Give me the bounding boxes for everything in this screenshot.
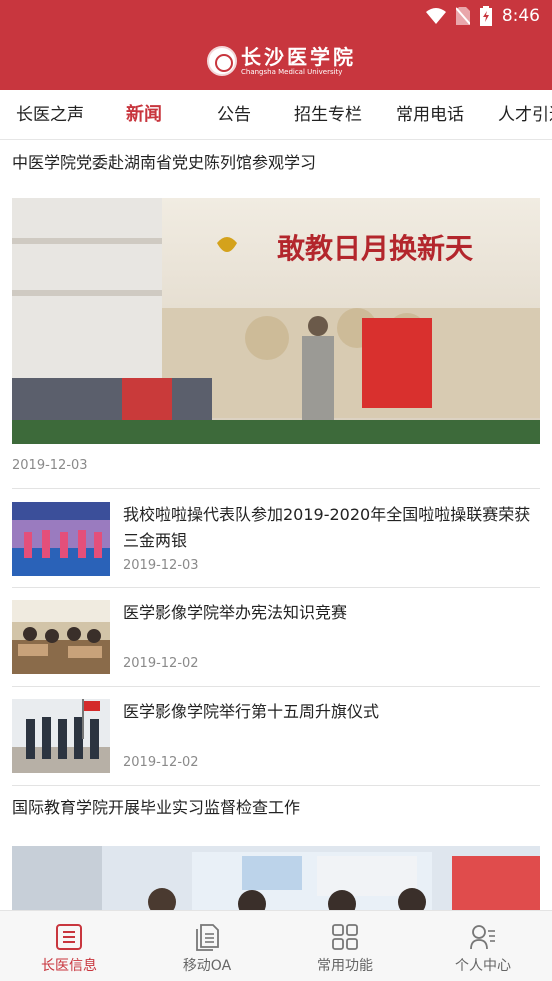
nav-common-functions[interactable]: 常用功能 — [276, 911, 414, 981]
news-title: 医学影像学院举办宪法知识竞赛 — [123, 603, 348, 622]
divider — [12, 587, 540, 588]
divider — [12, 488, 540, 489]
nav-mobile-oa[interactable]: 移动OA — [138, 911, 276, 981]
tab-talent-recruitment[interactable]: 人才引进 — [498, 90, 552, 139]
news-title: 医学影像学院举行第十五周升旗仪式 — [123, 702, 380, 721]
tab-news[interactable]: 新闻 — [126, 90, 162, 139]
divider — [12, 686, 540, 687]
app-header: 8:46 长沙医学院 Changsha Medical University — [0, 0, 552, 90]
wifi-icon — [425, 8, 446, 24]
tab-changyi-voice[interactable]: 长医之声 — [16, 90, 84, 139]
tab-admissions[interactable]: 招生专栏 — [294, 90, 362, 139]
person-icon — [470, 925, 495, 950]
news-thumbnail — [12, 502, 110, 576]
nav-label: 移动OA — [182, 958, 232, 974]
featured-title: 中医学院党委赴湖南省党史陈列馆参观学习 — [12, 153, 317, 172]
tab-phone-numbers[interactable]: 常用电话 — [396, 90, 464, 139]
list-icon — [56, 924, 82, 950]
grid-icon — [332, 924, 358, 950]
document-icon — [196, 924, 219, 951]
nav-personal-center[interactable]: 个人中心 — [414, 911, 552, 981]
logo-english-name: Changsha Medical University — [241, 67, 343, 76]
battery-charging-icon — [479, 6, 492, 26]
status-bar: 8:46 — [425, 6, 540, 26]
featured-image — [12, 846, 540, 910]
featured-title: 国际教育学院开展毕业实习监督检查工作 — [12, 798, 301, 817]
divider — [12, 785, 540, 786]
logo-chinese-name: 长沙医学院 — [241, 44, 356, 69]
featured-image-caption: 敢教日月换新天 — [277, 232, 473, 265]
news-thumbnail — [12, 600, 110, 674]
news-title: 我校啦啦操代表队参加2019-2020年全国啦啦操联赛荣获三金两银 — [123, 505, 531, 550]
nav-changyi-info[interactable]: 长医信息 — [0, 911, 138, 981]
bottom-navigation: 长医信息 移动OA 常用功能 个人中心 — [0, 910, 552, 981]
category-tabs: 长医之声 新闻 公告 招生专栏 常用电话 人才引进 — [0, 90, 552, 140]
featured-image: 敢教日月换新天 — [12, 198, 540, 444]
nav-label: 长医信息 — [41, 958, 97, 974]
news-date: 2019-12-03 — [123, 558, 199, 573]
news-thumbnail — [12, 699, 110, 773]
nav-label: 个人中心 — [455, 958, 511, 974]
status-time: 8:46 — [501, 6, 540, 26]
university-seal-icon — [207, 46, 237, 76]
news-date: 2019-12-02 — [123, 656, 199, 671]
tab-announcements[interactable]: 公告 — [217, 90, 251, 139]
news-date: 2019-12-02 — [123, 755, 199, 770]
featured-date: 2019-12-03 — [12, 458, 88, 473]
news-feed[interactable]: 中医学院党委赴湖南省党史陈列馆参观学习 敢教日月换新天 2019-12-03 我… — [0, 140, 552, 910]
no-sim-icon — [455, 7, 470, 25]
university-logo: 长沙医学院 Changsha Medical University — [207, 44, 356, 78]
nav-label: 常用功能 — [317, 958, 373, 974]
